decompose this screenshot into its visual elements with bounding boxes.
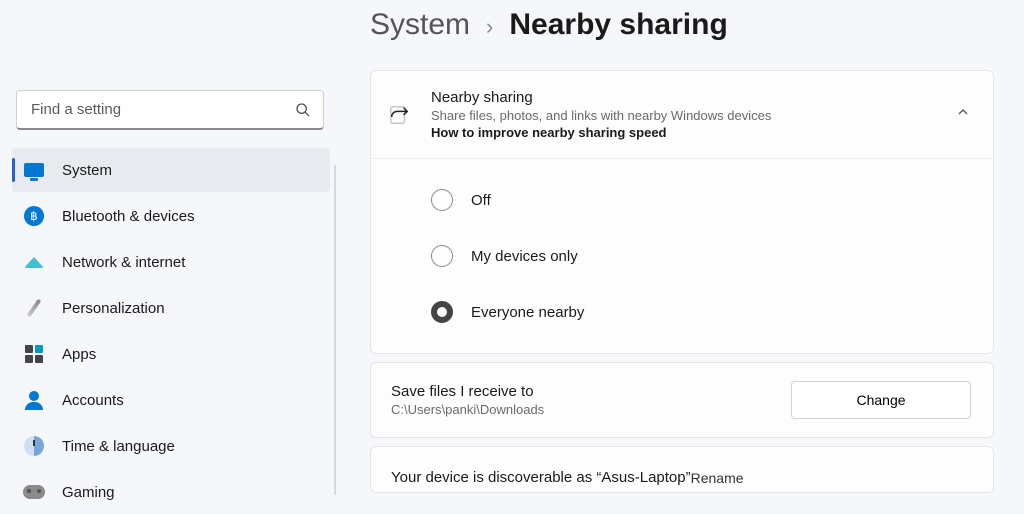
card-title: Nearby sharing (431, 89, 955, 106)
save-location-card: Save files I receive to C:\Users\panki\D… (370, 362, 994, 438)
sidebar-item-label: Personalization (62, 300, 165, 317)
option-off[interactable]: Off (431, 189, 971, 211)
search-box[interactable] (16, 90, 324, 130)
sidebar-item-system[interactable]: System (12, 148, 330, 192)
gamepad-icon (22, 480, 46, 504)
sidebar-item-label: Network & internet (62, 254, 185, 271)
sidebar-item-label: Accounts (62, 392, 124, 409)
sidebar-item-label: System (62, 162, 112, 179)
discover-card: Your device is discoverable as “Asus-Lap… (370, 446, 994, 493)
page-title: Nearby sharing (509, 8, 727, 42)
sidebar-item-network[interactable]: Network & internet (12, 240, 330, 284)
option-label: Everyone nearby (471, 304, 584, 321)
sidebar: System ฿ Bluetooth & devices Network & i… (0, 0, 340, 511)
chevron-right-icon: › (486, 14, 493, 40)
radio-icon (431, 189, 453, 211)
breadcrumb: System › Nearby sharing (370, 8, 994, 42)
help-link[interactable]: How to improve nearby sharing speed (431, 125, 955, 140)
rename-link[interactable]: Rename (691, 470, 744, 486)
wifi-icon (22, 250, 46, 274)
sidebar-item-label: Gaming (62, 484, 115, 501)
search-input[interactable] (31, 101, 295, 118)
nav-list: System ฿ Bluetooth & devices Network & i… (10, 148, 330, 514)
system-icon (22, 158, 46, 182)
main-content: System › Nearby sharing Nearby sharing S… (340, 0, 1024, 511)
save-location-title: Save files I receive to (391, 383, 791, 400)
save-location-path: C:\Users\panki\Downloads (391, 402, 791, 417)
share-icon (385, 104, 413, 126)
clock-globe-icon (22, 434, 46, 458)
option-everyone[interactable]: Everyone nearby (431, 301, 971, 323)
sidebar-item-label: Bluetooth & devices (62, 208, 195, 225)
apps-icon (22, 342, 46, 366)
bluetooth-icon: ฿ (22, 204, 46, 228)
sidebar-item-accounts[interactable]: Accounts (12, 378, 330, 422)
sharing-options: Off My devices only Everyone nearby (371, 159, 993, 353)
sidebar-item-label: Time & language (62, 438, 175, 455)
card-subtitle: Share files, photos, and links with near… (431, 108, 955, 123)
change-button[interactable]: Change (791, 381, 971, 419)
option-my-devices[interactable]: My devices only (431, 245, 971, 267)
option-label: Off (471, 192, 491, 209)
scrollbar[interactable] (334, 165, 336, 495)
sidebar-item-apps[interactable]: Apps (12, 332, 330, 376)
sidebar-item-bluetooth[interactable]: ฿ Bluetooth & devices (12, 194, 330, 238)
brush-icon (22, 296, 46, 320)
sidebar-item-time-language[interactable]: Time & language (12, 424, 330, 468)
person-icon (22, 388, 46, 412)
radio-icon (431, 245, 453, 267)
breadcrumb-parent[interactable]: System (370, 8, 470, 42)
sidebar-item-personalization[interactable]: Personalization (12, 286, 330, 330)
chevron-up-icon[interactable] (955, 104, 971, 125)
sidebar-item-label: Apps (62, 346, 96, 363)
nearby-sharing-card: Nearby sharing Share files, photos, and … (370, 70, 994, 354)
card-header[interactable]: Nearby sharing Share files, photos, and … (371, 71, 993, 159)
discover-text: Your device is discoverable as “Asus-Lap… (391, 469, 691, 486)
option-label: My devices only (471, 248, 578, 265)
sidebar-item-gaming[interactable]: Gaming (12, 470, 330, 514)
search-icon (295, 102, 311, 118)
radio-icon (431, 301, 453, 323)
